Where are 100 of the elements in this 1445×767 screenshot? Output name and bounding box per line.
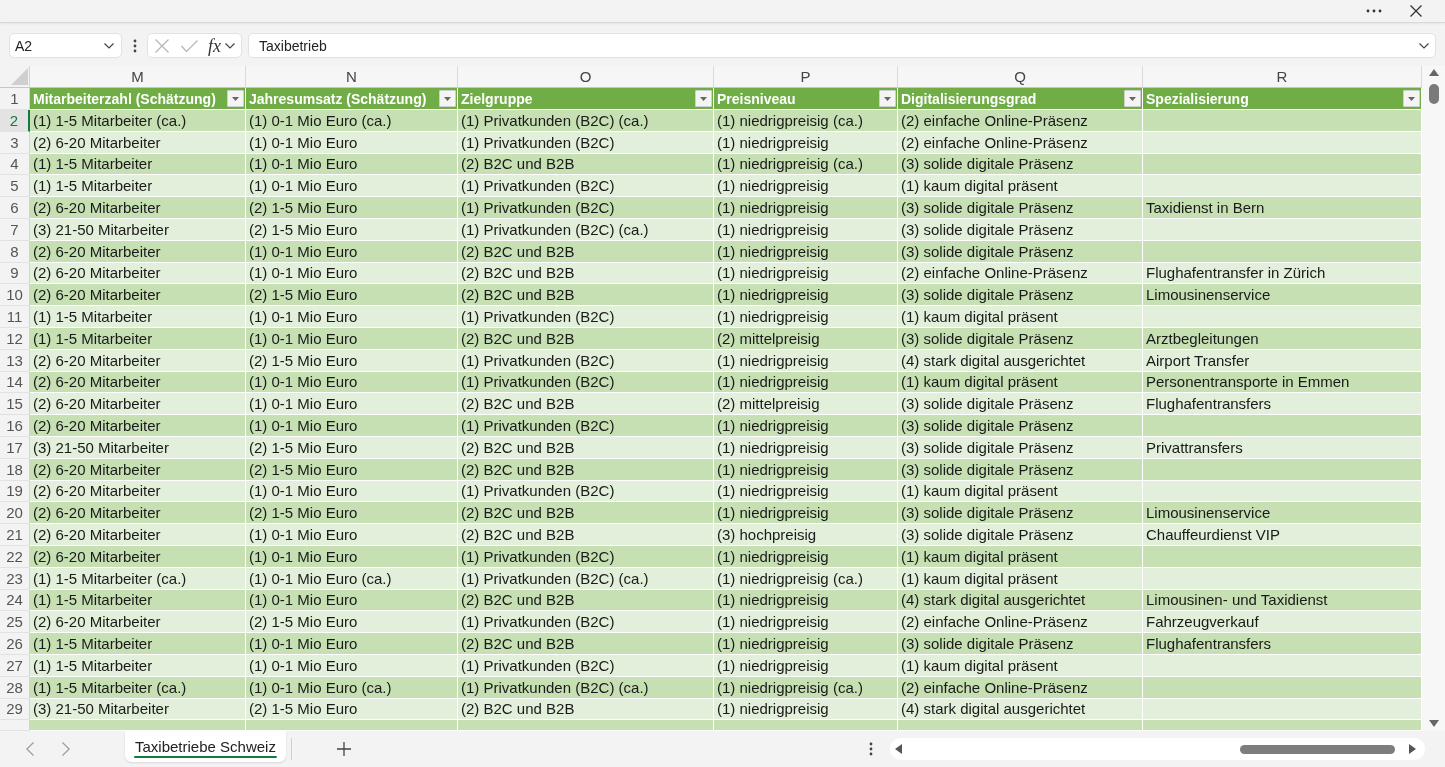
chevron-down-icon[interactable] (1419, 42, 1429, 49)
table-cell: (1) Privatkunden (B2C) (458, 415, 714, 437)
table-cell: (2) 6-20 Mitarbeiter (30, 480, 246, 503)
row-header[interactable]: 8 (0, 240, 30, 263)
row-header[interactable]: 11 (0, 306, 30, 328)
row-header[interactable]: 1 (0, 88, 30, 110)
row-header[interactable]: 24 (0, 589, 30, 612)
row-header[interactable]: 19 (0, 480, 30, 503)
table-cell: (1) niedrigpreisig (714, 611, 898, 634)
insert-function[interactable]: fx (208, 35, 221, 56)
table-cell: (2) 6-20 Mitarbeiter (30, 502, 246, 525)
table-cell: (2) 1-5 Mio Euro (246, 502, 458, 525)
sheet-tab[interactable]: Taxibetriebe Schweiz (125, 731, 286, 762)
plus-icon[interactable] (336, 742, 351, 756)
vertical-dots-icon[interactable] (869, 742, 873, 756)
column-header[interactable]: P (714, 66, 898, 88)
filter-button[interactable] (1403, 90, 1420, 107)
table-cell: (1) kaum digital präsent (898, 306, 1143, 328)
filter-button[interactable] (1124, 90, 1141, 107)
table-cell: (2) einfache Online-Präsenz (898, 262, 1143, 285)
table-cell: (2) mittelpreisig (714, 393, 898, 416)
table-cell: (3) 21-50 Mitarbeiter (30, 436, 246, 459)
chevron-right-icon[interactable] (62, 742, 70, 756)
row-header[interactable]: 25 (0, 611, 30, 634)
table-cell: (2) 6-20 Mitarbeiter (30, 611, 246, 634)
table-cell: (1) niedrigpreisig (714, 502, 898, 525)
table-cell: (2) 1-5 Mio Euro (246, 458, 458, 481)
table-cell: (2) einfache Online-Präsenz (898, 110, 1143, 132)
column-header[interactable]: M (30, 66, 246, 88)
caret-icon (444, 96, 451, 101)
check-icon[interactable] (181, 39, 198, 52)
row-header[interactable]: 12 (0, 327, 30, 350)
row-header[interactable]: 16 (0, 415, 30, 437)
table-cell: (2) B2C und B2B (458, 436, 714, 459)
column-header[interactable]: O (458, 66, 714, 88)
table-cell: (1) 0-1 Mio Euro (246, 240, 458, 263)
row-header[interactable]: 5 (0, 175, 30, 198)
scrollbar-thumb[interactable] (1428, 84, 1439, 104)
row-header[interactable]: 23 (0, 567, 30, 590)
chevron-down-icon[interactable] (225, 42, 235, 49)
scroll-up-icon[interactable] (1428, 69, 1439, 76)
column-header[interactable]: N (246, 66, 458, 88)
row-header[interactable]: 9 (0, 262, 30, 285)
vertical-dots-icon[interactable] (133, 38, 137, 53)
table-cell: Flughafentransfer in Zürich (1143, 262, 1422, 285)
table-cell: (3) solide digitale Präsenz (898, 436, 1143, 459)
filter-button[interactable] (879, 90, 896, 107)
row-header[interactable]: 3 (0, 131, 30, 154)
scroll-left-icon[interactable] (895, 744, 902, 754)
table-cell: (4) stark digital ausgerichtet (898, 589, 1143, 612)
formula-field[interactable]: Taxibetrieb (248, 33, 1436, 58)
row-header[interactable]: 27 (0, 654, 30, 677)
more-options-icon[interactable] (1366, 9, 1382, 13)
close-icon[interactable] (1410, 5, 1422, 17)
table-cell: (1) 0-1 Mio Euro (246, 545, 458, 568)
table-cell: (1) niedrigpreisig (714, 698, 898, 721)
filter-button[interactable] (695, 90, 712, 107)
row-header[interactable]: 29 (0, 698, 30, 721)
row-header[interactable]: 21 (0, 524, 30, 546)
row-header[interactable]: 28 (0, 676, 30, 699)
table-cell: Airport Transfer (1143, 349, 1422, 372)
chevron-down-icon[interactable] (104, 42, 114, 49)
row-header[interactable]: 18 (0, 458, 30, 481)
row-header[interactable]: 17 (0, 436, 30, 459)
table-cell: (2) 1-5 Mio Euro (246, 197, 458, 219)
table-cell: (2) B2C und B2B (458, 458, 714, 481)
row-header[interactable]: 10 (0, 284, 30, 307)
row-header[interactable]: 15 (0, 393, 30, 416)
table-cell: (3) solide digitale Präsenz (898, 502, 1143, 525)
table-cell: (1) niedrigpreisig (714, 371, 898, 394)
row-header[interactable]: 4 (0, 153, 30, 176)
row-header[interactable]: 22 (0, 545, 30, 568)
scrollbar-thumb[interactable] (1240, 744, 1395, 754)
name-box[interactable]: A2 (9, 33, 122, 58)
table-cell: (4) stark digital ausgerichtet (898, 698, 1143, 721)
table-cell: (1) niedrigpreisig (714, 545, 898, 568)
scroll-down-icon[interactable] (1428, 720, 1439, 727)
table-cell: (1) Privatkunden (B2C) (ca.) (458, 567, 714, 590)
column-header[interactable]: R (1143, 66, 1422, 88)
filter-button[interactable] (227, 90, 244, 107)
table-cell: Chauffeurdienst VIP (1143, 524, 1422, 546)
table-cell: (1) niedrigpreisig (714, 262, 898, 285)
scroll-right-icon[interactable] (1409, 744, 1416, 754)
table-cell: (2) 6-20 Mitarbeiter (30, 393, 246, 416)
row-header[interactable]: 6 (0, 197, 30, 219)
column-header[interactable]: Q (898, 66, 1143, 88)
table-cell: (1) 1-5 Mitarbeiter (30, 153, 246, 176)
table-cell: (1) 0-1 Mio Euro (ca.) (246, 676, 458, 699)
filter-button[interactable] (439, 90, 456, 107)
row-header[interactable]: 14 (0, 371, 30, 394)
row-header[interactable]: 20 (0, 502, 30, 525)
row-header[interactable]: 13 (0, 349, 30, 372)
row-header[interactable]: 7 (0, 219, 30, 241)
table-cell: (1) niedrigpreisig (714, 197, 898, 219)
chevron-left-icon[interactable] (26, 742, 34, 756)
table-cell: (1) kaum digital präsent (898, 567, 1143, 590)
table-cell: (2) 1-5 Mio Euro (246, 349, 458, 372)
row-header[interactable]: 26 (0, 633, 30, 655)
row-header[interactable]: 2 (0, 110, 30, 132)
table-cell: (1) 1-5 Mitarbeiter (30, 633, 246, 655)
